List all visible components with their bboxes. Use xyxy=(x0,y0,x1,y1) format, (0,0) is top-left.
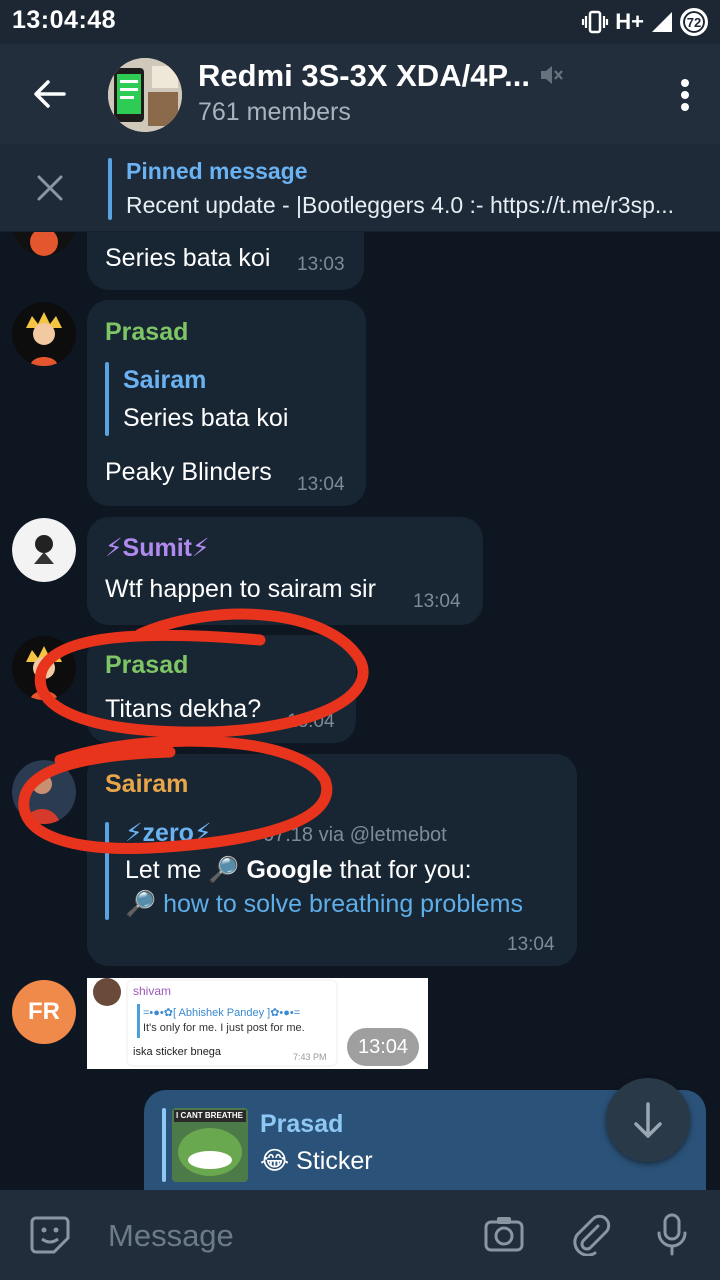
image-reply-text: It's only for me. I just post for me. xyxy=(143,1022,305,1034)
close-icon[interactable] xyxy=(34,172,66,204)
forward-meta: 07.18 via @letmebot xyxy=(263,824,447,846)
message-text: Titans dekha? xyxy=(105,695,262,723)
vibrate-icon xyxy=(582,10,609,34)
reply-author: Prasad xyxy=(260,1110,344,1138)
attach-icon[interactable] xyxy=(568,1212,612,1256)
message-time: 13:04 xyxy=(287,711,335,732)
image-time: 7:43 PM xyxy=(293,1052,327,1062)
status-bar: 13:04:48 H+ 72 xyxy=(0,0,720,44)
sender-name[interactable]: ⚡Sumit⚡ xyxy=(105,533,210,563)
reply-text: 😂 Sticker xyxy=(260,1147,373,1175)
message-bubble[interactable]: Prasad Titans dekha? 13:04 xyxy=(87,635,356,743)
avatar[interactable] xyxy=(12,760,76,824)
message-time: 13:04 xyxy=(413,591,461,612)
group-title[interactable]: Redmi 3S-3X XDA/4P... xyxy=(198,58,530,94)
message-time: 13:03 xyxy=(297,254,345,275)
message-text: Peaky Blinders xyxy=(105,458,272,486)
back-arrow-icon[interactable] xyxy=(30,74,70,114)
pinned-text: Recent update - |Bootleggers 4.0 :- http… xyxy=(126,192,675,218)
message-time: 13:04 xyxy=(297,474,345,495)
reply-author: Sairam xyxy=(123,366,207,394)
forward-author: ⚡zero⚡ xyxy=(125,819,212,847)
message-time-badge: 13:04 xyxy=(347,1028,419,1066)
image-sender: shivam xyxy=(133,984,172,998)
camera-icon[interactable] xyxy=(482,1212,526,1256)
avatar[interactable] xyxy=(12,636,76,700)
message-text: Let me 🔎 Google that for you: xyxy=(125,856,472,884)
avatar[interactable] xyxy=(12,518,76,582)
muted-icon xyxy=(541,66,563,84)
sender-name[interactable]: Sairam xyxy=(105,770,188,799)
avatar[interactable] xyxy=(12,302,76,366)
message-time: 13:04 xyxy=(507,934,555,955)
message-input[interactable]: Message xyxy=(108,1218,234,1254)
forward-accent-bar xyxy=(105,822,109,920)
status-time: 13:04:48 xyxy=(12,6,117,34)
pinned-accent-bar xyxy=(108,158,112,220)
message-bubble[interactable]: Series bata koi 13:03 xyxy=(87,232,364,290)
message-bubble[interactable]: ⚡Sumit⚡ Wtf happen to sairam sir 13:04 xyxy=(87,517,483,625)
scroll-to-bottom-button[interactable] xyxy=(606,1078,690,1162)
microphone-icon[interactable] xyxy=(650,1212,694,1256)
network-type: H+ xyxy=(615,9,644,34)
message-text: Wtf happen to sairam sir xyxy=(105,575,376,603)
sender-name[interactable]: Prasad xyxy=(105,318,188,347)
sticker-caption: I CANT BREATHE xyxy=(176,1111,243,1120)
image-text: iska sticker bnega xyxy=(133,1046,222,1058)
chat-header: Redmi 3S-3X XDA/4P... 761 members xyxy=(0,44,720,144)
more-options-icon[interactable] xyxy=(680,78,690,112)
pinned-message-bar[interactable]: Pinned message Recent update - |Bootlegg… xyxy=(0,144,720,232)
sticker-emoji-icon[interactable] xyxy=(28,1212,72,1256)
avatar[interactable] xyxy=(12,232,76,256)
message-text: Series bata koi xyxy=(105,244,271,272)
reply-text: Series bata koi xyxy=(123,404,289,432)
battery-indicator: 72 xyxy=(680,8,708,36)
member-count: 761 members xyxy=(198,98,351,126)
group-avatar[interactable] xyxy=(108,58,182,132)
avatar-initials[interactable]: FR xyxy=(12,980,76,1044)
pinned-title: Pinned message xyxy=(126,158,308,184)
message-list[interactable]: Series bata koi 13:03 Prasad Sairam Seri… xyxy=(0,232,720,1190)
search-link[interactable]: 🔎 how to solve breathing problems xyxy=(125,890,523,919)
message-bubble[interactable]: Prasad Sairam Series bata koi Peaky Blin… xyxy=(87,300,366,506)
reply-accent-bar xyxy=(162,1108,166,1182)
screenshot-image[interactable]: shivam =•●•✿[ Abhishek Pandey ]✿•●•= It'… xyxy=(87,978,428,1069)
arrow-down-icon xyxy=(634,1102,662,1138)
signal-icon xyxy=(652,12,672,32)
sticker-thumbnail: I CANT BREATHE xyxy=(172,1108,248,1182)
message-bubble[interactable]: Sairam ⚡zero⚡ 07.18 via @letmebot Let me… xyxy=(87,754,577,966)
image-reply-name: =•●•✿[ Abhishek Pandey ]✿•●•= xyxy=(143,1007,301,1019)
status-icons: H+ 72 xyxy=(581,8,708,36)
message-composer: Message xyxy=(0,1190,720,1280)
sender-name[interactable]: Prasad xyxy=(105,651,188,680)
reply-accent-bar xyxy=(105,362,109,436)
